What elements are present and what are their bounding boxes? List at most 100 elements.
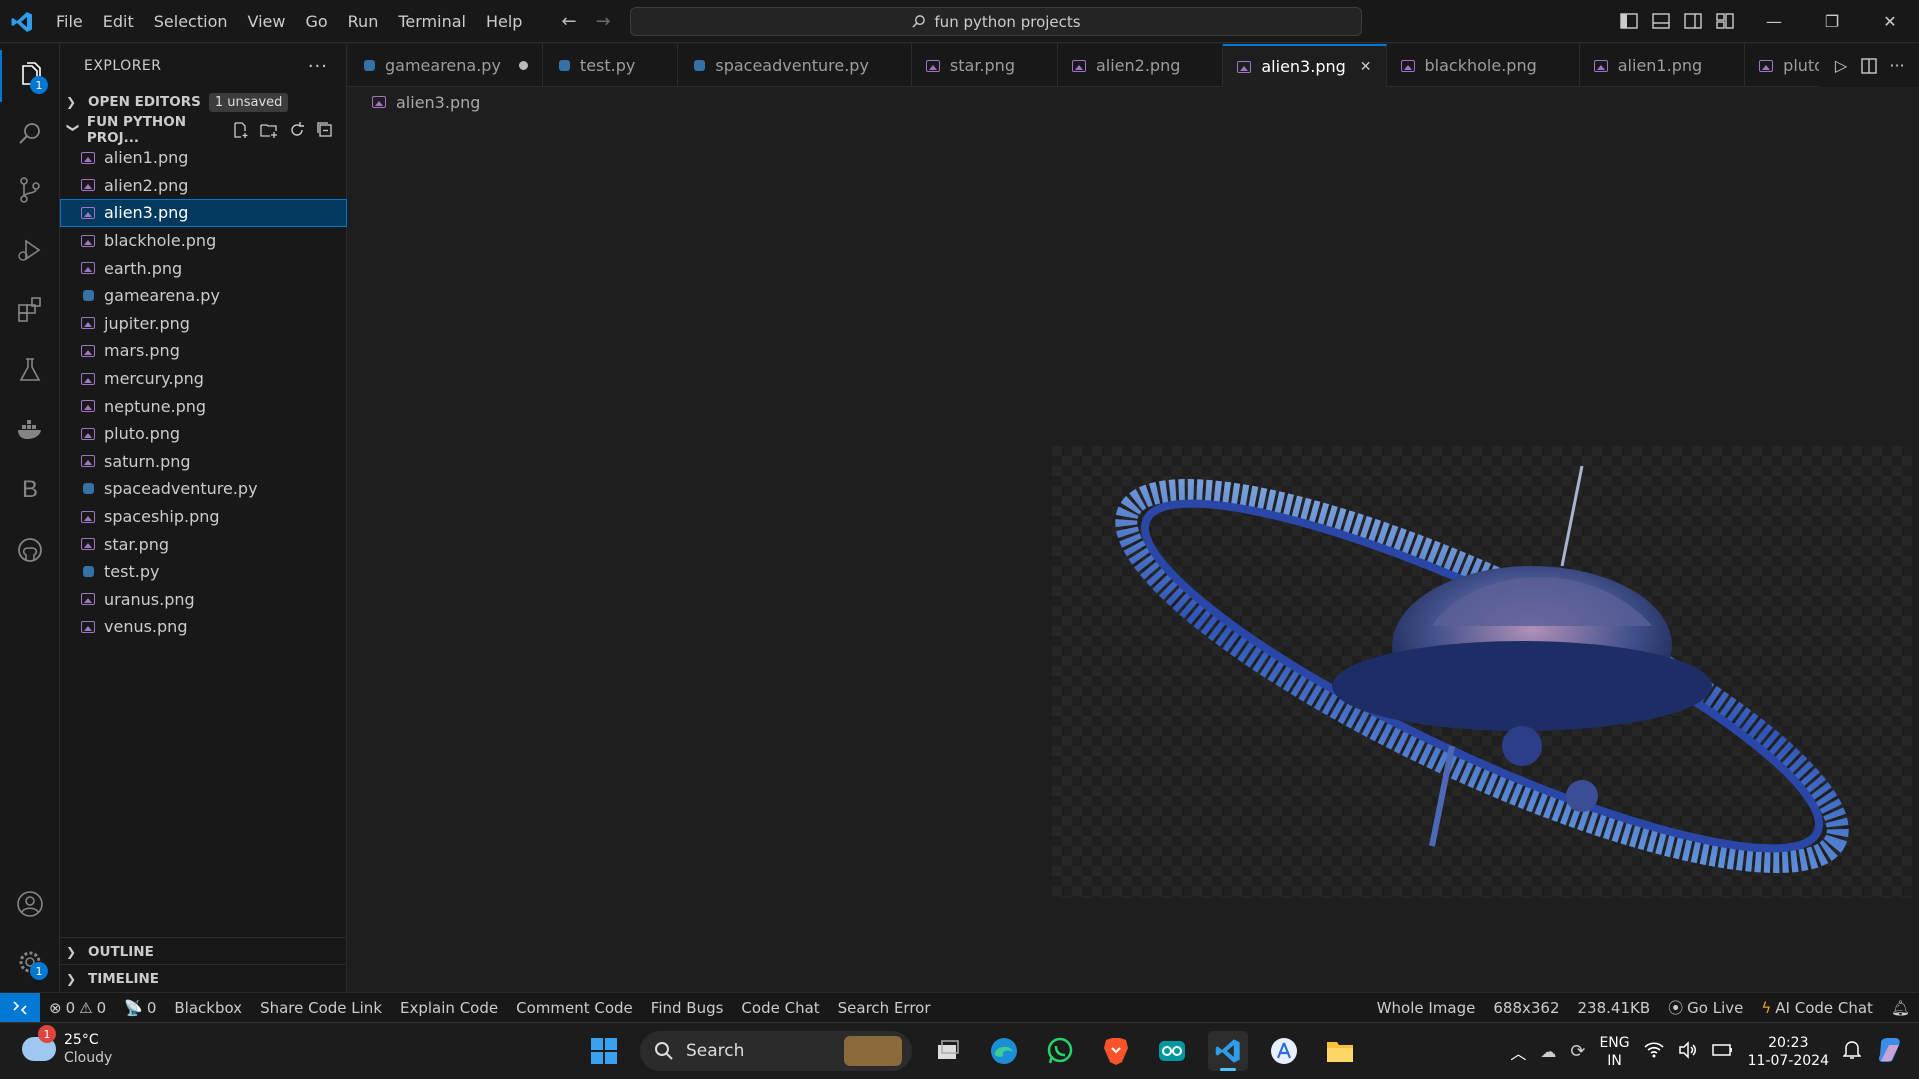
toggle-panel-icon[interactable]: [1650, 10, 1672, 32]
file-item[interactable]: uranus.png: [60, 586, 347, 614]
docker-icon[interactable]: [0, 404, 60, 456]
close-window-icon[interactable]: ✕: [1861, 0, 1919, 43]
file-item[interactable]: blackhole.png: [60, 227, 347, 255]
remote-window-icon[interactable]: [0, 992, 40, 1023]
file-item[interactable]: mars.png: [60, 337, 347, 365]
extensions-icon[interactable]: [0, 284, 60, 336]
status-item-blackbox[interactable]: Blackbox: [165, 999, 251, 1017]
forward-arrow-icon[interactable]: →: [592, 10, 614, 32]
github-icon[interactable]: [0, 524, 60, 576]
back-arrow-icon[interactable]: ←: [558, 10, 580, 32]
open-editors-section[interactable]: ❯ OPEN EDITORS 1 unsaved: [60, 88, 346, 116]
file-item[interactable]: alien2.png: [60, 172, 347, 200]
clock[interactable]: 20:23 11-07-2024: [1748, 1034, 1829, 1070]
toggle-secondary-sidebar-icon[interactable]: [1682, 10, 1704, 32]
timeline-section[interactable]: ❯ TIMELINE: [60, 965, 347, 993]
edge-browser-icon[interactable]: [984, 1031, 1024, 1071]
editor-tab[interactable]: alien3.png ✕: [1223, 44, 1387, 87]
project-folder-section[interactable]: ❯ FUN PYTHON PROJ...: [60, 114, 346, 146]
search-icon[interactable]: [0, 108, 60, 160]
status-item-find-bugs[interactable]: Find Bugs: [642, 999, 733, 1017]
refresh-icon[interactable]: [288, 121, 306, 139]
file-item[interactable]: earth.png: [60, 254, 347, 282]
app-store-icon[interactable]: [1264, 1031, 1304, 1071]
battery-icon[interactable]: [1711, 1042, 1734, 1062]
run-file-icon[interactable]: ▷: [1831, 56, 1851, 76]
collapse-all-icon[interactable]: [316, 121, 334, 139]
new-folder-icon[interactable]: [260, 121, 278, 139]
whole-image-item[interactable]: Whole Image: [1368, 999, 1485, 1017]
menu-help[interactable]: Help: [476, 12, 532, 31]
file-item[interactable]: saturn.png: [60, 448, 347, 476]
accounts-icon[interactable]: [0, 878, 60, 930]
editor-tab[interactable]: test.py: [543, 44, 679, 87]
outline-section[interactable]: ❯ OUTLINE: [60, 938, 347, 966]
restore-icon[interactable]: ❐: [1803, 0, 1861, 43]
new-file-icon[interactable]: [232, 121, 250, 139]
menu-terminal[interactable]: Terminal: [388, 12, 476, 31]
editor-tab[interactable]: gamearena.py: [348, 44, 543, 87]
editor-tab[interactable]: star.png: [912, 44, 1058, 87]
taskbar-search[interactable]: Search: [640, 1031, 912, 1071]
wifi-icon[interactable]: [1644, 1041, 1664, 1063]
menu-run[interactable]: Run: [338, 12, 389, 31]
weather-widget[interactable]: 1 25°C Cloudy: [22, 1025, 112, 1067]
menu-selection[interactable]: Selection: [144, 12, 238, 31]
windows-start-icon[interactable]: [584, 1031, 624, 1071]
breadcrumb[interactable]: alien3.png: [372, 90, 480, 114]
copilot-icon[interactable]: [1875, 1035, 1905, 1069]
file-item[interactable]: star.png: [60, 530, 347, 558]
run-debug-icon[interactable]: [0, 224, 60, 276]
file-item[interactable]: spaceadventure.py: [60, 475, 347, 503]
brave-browser-icon[interactable]: [1096, 1031, 1136, 1071]
menu-edit[interactable]: Edit: [93, 12, 144, 31]
status-item-explain-code[interactable]: Explain Code: [391, 999, 507, 1017]
whatsapp-icon[interactable]: [1040, 1031, 1080, 1071]
status-item-share-code-link[interactable]: Share Code Link: [251, 999, 391, 1017]
problems-indicator[interactable]: ⊗ 0 ⚠ 0: [40, 999, 115, 1017]
editor-tab[interactable]: alien2.png: [1058, 44, 1224, 87]
arduino-icon[interactable]: [1152, 1031, 1192, 1071]
file-item[interactable]: test.py: [60, 558, 347, 586]
file-item[interactable]: gamearena.py: [60, 282, 347, 310]
menu-file[interactable]: File: [46, 12, 93, 31]
status-item-code-chat[interactable]: Code Chat: [732, 999, 828, 1017]
customize-layout-icon[interactable]: [1714, 10, 1736, 32]
settings-gear-icon[interactable]: 1: [0, 936, 60, 988]
notifications-icon[interactable]: [1842, 1040, 1862, 1064]
editor-tab[interactable]: spaceadventure.py: [678, 44, 912, 87]
task-view-icon[interactable]: [928, 1031, 968, 1071]
editor-tab[interactable]: alien1.png: [1580, 44, 1746, 87]
source-control-icon[interactable]: [0, 164, 60, 216]
toggle-primary-sidebar-icon[interactable]: [1618, 10, 1640, 32]
file-item[interactable]: venus.png: [60, 613, 347, 641]
menu-go[interactable]: Go: [295, 12, 337, 31]
file-item[interactable]: alien3.png: [60, 199, 347, 227]
file-item[interactable]: neptune.png: [60, 392, 347, 420]
close-tab-icon[interactable]: ✕: [1360, 59, 1372, 75]
status-item-search-error[interactable]: Search Error: [829, 999, 940, 1017]
ai-code-chat-button[interactable]: ϟ AI Code Chat: [1752, 999, 1882, 1017]
command-center-search[interactable]: fun python projects: [630, 7, 1362, 36]
refresh-sync-icon[interactable]: ⟳: [1570, 1041, 1585, 1062]
file-explorer-icon[interactable]: [1320, 1031, 1360, 1071]
minimize-icon[interactable]: —: [1745, 0, 1803, 43]
split-editor-icon[interactable]: [1859, 56, 1879, 76]
show-hidden-icons-chevron[interactable]: ︿: [1510, 1040, 1526, 1064]
go-live-button[interactable]: ⦿ Go Live: [1659, 997, 1752, 1018]
file-item[interactable]: spaceship.png: [60, 503, 347, 531]
file-item[interactable]: alien1.png: [60, 144, 347, 172]
notifications-bell-icon[interactable]: 🔔︎: [1882, 999, 1919, 1017]
file-item[interactable]: pluto.png: [60, 420, 347, 448]
onedrive-sync-icon[interactable]: ☁: [1540, 1042, 1556, 1061]
status-item-comment-code[interactable]: Comment Code: [507, 999, 642, 1017]
more-actions-icon[interactable]: ···: [308, 56, 328, 77]
file-item[interactable]: jupiter.png: [60, 310, 347, 338]
explorer-icon[interactable]: 1: [0, 50, 60, 102]
more-tab-actions-icon[interactable]: ···: [1887, 56, 1907, 76]
ports-indicator[interactable]: 📡 0: [115, 999, 165, 1017]
image-preview[interactable]: [1052, 446, 1912, 898]
menu-view[interactable]: View: [238, 12, 296, 31]
file-item[interactable]: mercury.png: [60, 365, 347, 393]
editor-tab[interactable]: blackhole.png: [1387, 44, 1580, 87]
